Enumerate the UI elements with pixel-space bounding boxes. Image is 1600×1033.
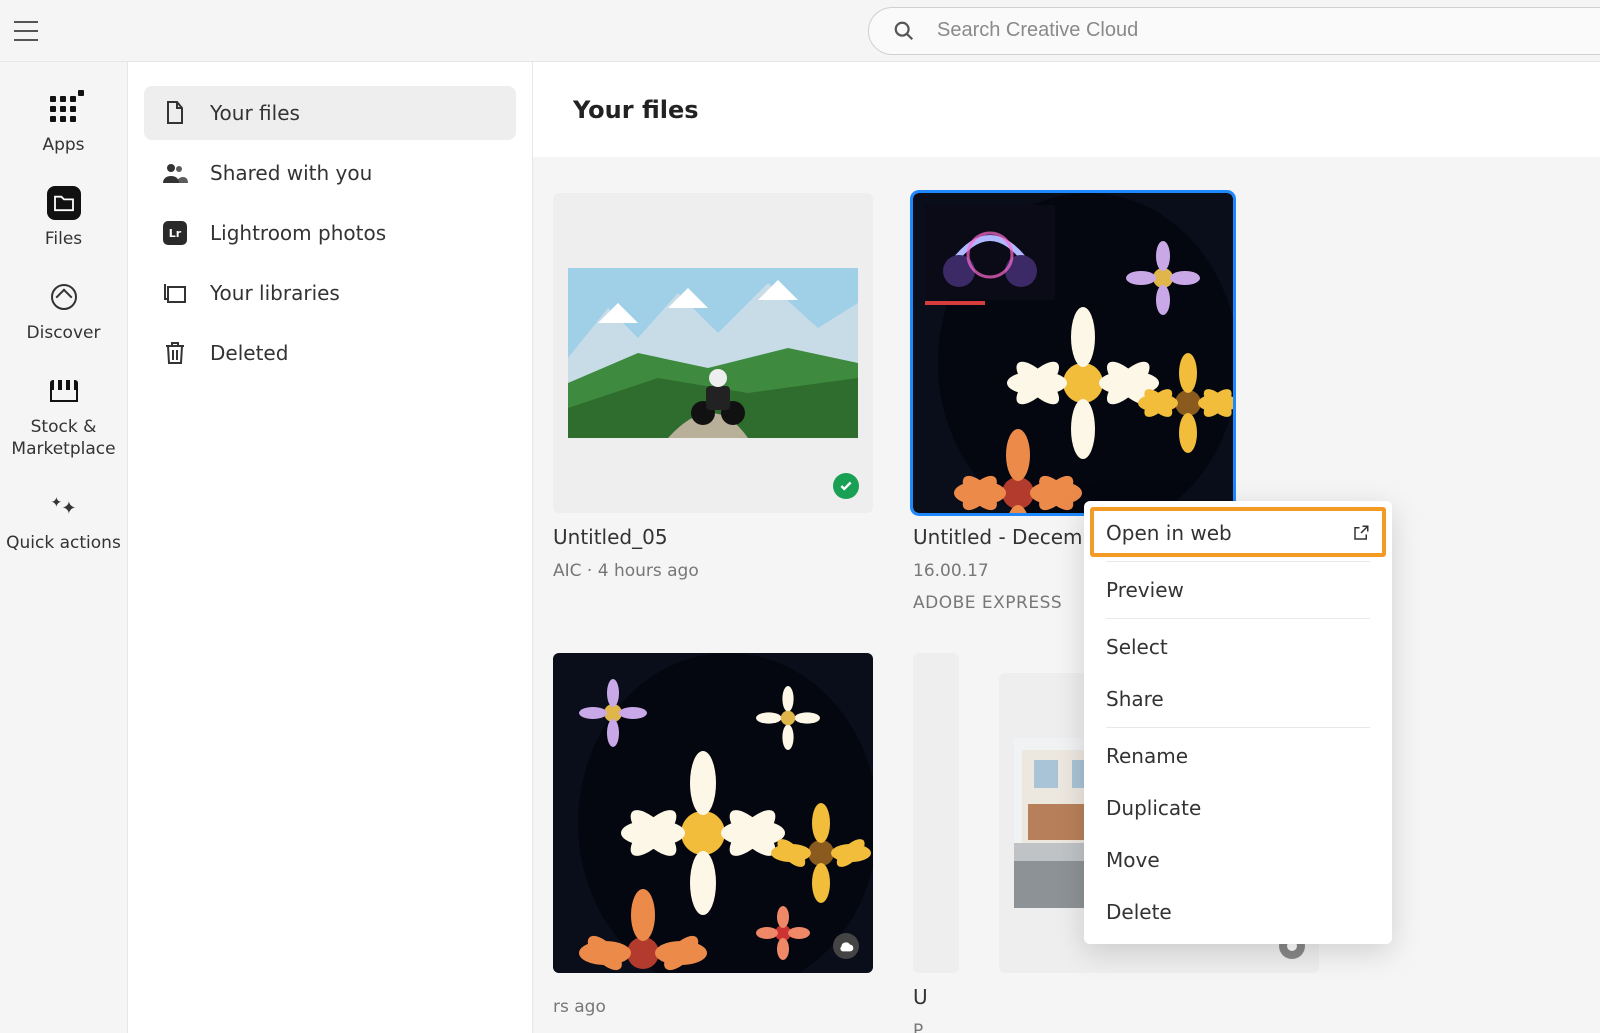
- sidebar-your-files[interactable]: Your files: [144, 86, 516, 140]
- external-link-icon: [1352, 524, 1370, 542]
- files-sidebar: Your files Shared with you Lr Lightroom …: [128, 62, 533, 1033]
- ctx-share[interactable]: Share: [1084, 673, 1392, 725]
- menu-icon[interactable]: [14, 16, 38, 46]
- ctx-label: Delete: [1106, 900, 1172, 924]
- files-grid: Untitled_05 AIC · 4 hours ago: [533, 157, 1600, 1033]
- context-menu: Open in web Preview Select Share Rename …: [1084, 501, 1392, 944]
- ctx-label: Duplicate: [1106, 796, 1201, 820]
- ctx-label: Select: [1106, 635, 1168, 659]
- trash-icon: [162, 340, 188, 366]
- rail-stock[interactable]: Stock & Marketplace: [0, 374, 127, 460]
- rail-quick-label: Quick actions: [6, 532, 121, 554]
- ctx-label: Rename: [1106, 744, 1188, 768]
- ctx-label: Open in web: [1106, 521, 1232, 545]
- apps-icon: [50, 96, 76, 122]
- rail-apps-label: Apps: [42, 134, 84, 156]
- file-card[interactable]: Untitled_05 AIC · 4 hours ago: [553, 193, 873, 613]
- ctx-label: Move: [1106, 848, 1160, 872]
- lightroom-icon: Lr: [162, 220, 188, 246]
- artwork-motorcycle-mountains: [568, 268, 858, 438]
- sidebar-shared[interactable]: Shared with you: [144, 146, 516, 200]
- sidebar-shared-label: Shared with you: [210, 161, 372, 185]
- folder-icon: [47, 186, 81, 220]
- sidebar-deleted[interactable]: Deleted: [144, 326, 516, 380]
- content-area: Your files: [533, 62, 1600, 1033]
- rail-discover[interactable]: Discover: [27, 280, 101, 344]
- nav-rail: Apps Files Discover Stock & Marketplace …: [0, 62, 128, 1033]
- sidebar-libraries[interactable]: Your libraries: [144, 266, 516, 320]
- sidebar-lightroom[interactable]: Lr Lightroom photos: [144, 206, 516, 260]
- file-title: U: [913, 985, 959, 1009]
- ctx-label: Share: [1106, 687, 1164, 711]
- storefront-icon: [50, 380, 78, 402]
- artwork-flowers: [553, 653, 873, 973]
- people-icon: [162, 160, 188, 186]
- file-card[interactable]: rs ago: [553, 653, 873, 1033]
- rail-discover-label: Discover: [27, 322, 101, 344]
- separator: [1106, 727, 1370, 728]
- rail-quick-actions[interactable]: Quick actions: [6, 490, 121, 554]
- sidebar-your-files-label: Your files: [210, 101, 300, 125]
- rail-files[interactable]: Files: [45, 186, 82, 250]
- sidebar-libraries-label: Your libraries: [210, 281, 340, 305]
- rail-stock-label: Stock & Marketplace: [0, 416, 127, 460]
- file-thumbnail[interactable]: [913, 653, 959, 973]
- separator: [1106, 561, 1370, 562]
- ctx-delete[interactable]: Delete: [1084, 886, 1392, 938]
- file-card[interactable]: U P: [913, 653, 959, 1033]
- ctx-preview[interactable]: Preview: [1084, 564, 1392, 616]
- file-thumbnail[interactable]: [553, 193, 873, 513]
- file-icon: [162, 100, 188, 126]
- file-meta: AIC · 4 hours ago: [553, 561, 873, 581]
- file-title: Untitled_05: [553, 525, 873, 549]
- top-bar: [0, 0, 1600, 62]
- sidebar-lightroom-label: Lightroom photos: [210, 221, 386, 245]
- search-bar[interactable]: [868, 7, 1600, 55]
- file-meta: P: [913, 1021, 959, 1033]
- synced-check-icon: [833, 473, 859, 499]
- search-input[interactable]: [937, 19, 1600, 42]
- artwork-flowers-headphones: [913, 193, 1233, 513]
- separator: [1106, 618, 1370, 619]
- ctx-duplicate[interactable]: Duplicate: [1084, 782, 1392, 834]
- ctx-select[interactable]: Select: [1084, 621, 1392, 673]
- ctx-rename[interactable]: Rename: [1084, 730, 1392, 782]
- ctx-move[interactable]: Move: [1084, 834, 1392, 886]
- file-thumbnail[interactable]: [913, 193, 1233, 513]
- rail-files-label: Files: [45, 228, 82, 250]
- sidebar-deleted-label: Deleted: [210, 341, 288, 365]
- file-meta: rs ago: [553, 997, 873, 1017]
- compass-icon: [51, 284, 77, 310]
- sparkles-icon: [50, 494, 76, 520]
- ctx-label: Preview: [1106, 578, 1184, 602]
- file-thumbnail[interactable]: [553, 653, 873, 973]
- libraries-icon: [162, 280, 188, 306]
- ctx-open-in-web[interactable]: Open in web: [1084, 507, 1392, 559]
- page-title: Your files: [533, 62, 1600, 157]
- search-icon: [893, 20, 915, 42]
- rail-apps[interactable]: Apps: [42, 92, 84, 156]
